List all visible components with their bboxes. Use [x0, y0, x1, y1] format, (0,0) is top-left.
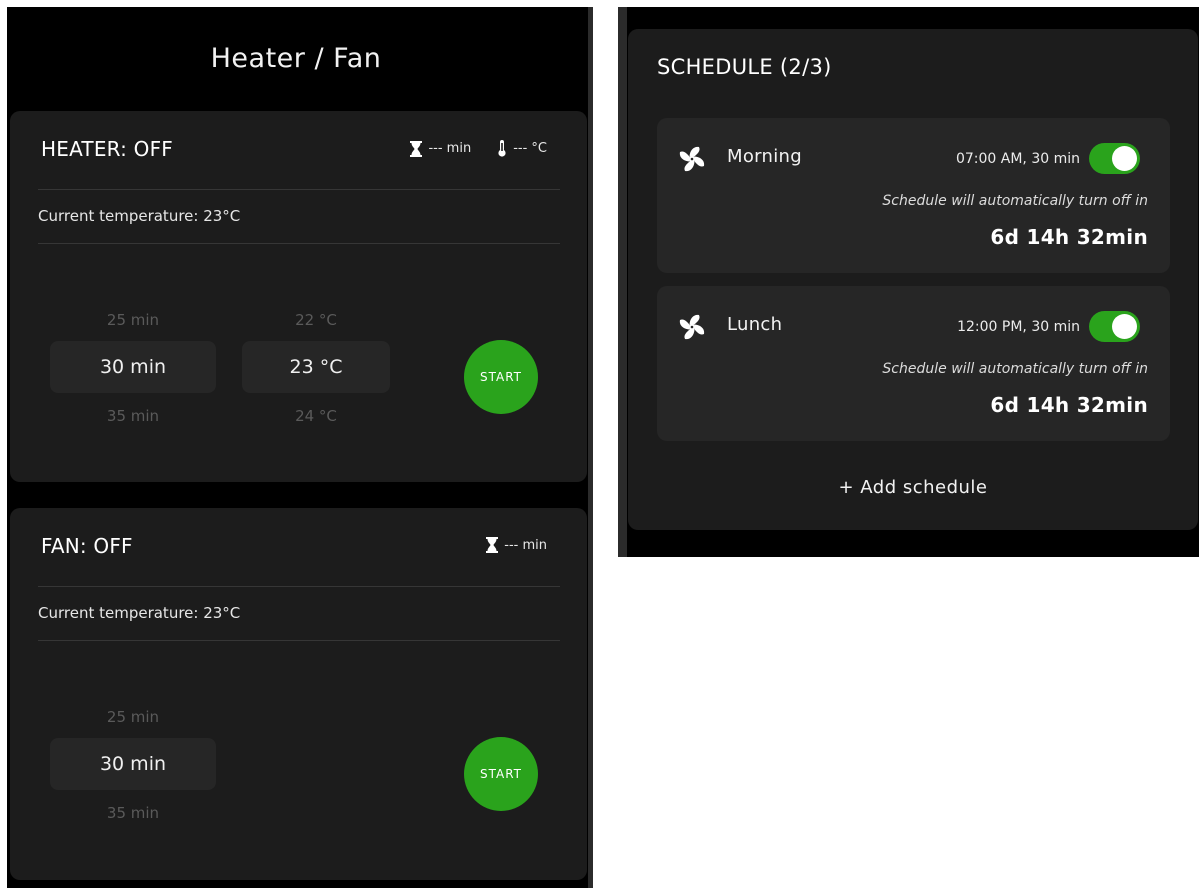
- schedule-screen: SCHEDULE (2/3) Morning 07:00 AM, 30 min: [618, 7, 1199, 557]
- picker-option-prev[interactable]: 25 min: [50, 708, 216, 726]
- picker-option-prev[interactable]: 25 min: [50, 311, 216, 329]
- schedule-toggle[interactable]: [1089, 311, 1140, 342]
- auto-off-text: Schedule will automatically turn off in: [882, 193, 1148, 209]
- picker-option-selected[interactable]: 30 min: [50, 341, 216, 393]
- heater-status-title: HEATER: OFF: [41, 137, 173, 161]
- fan-icon: [677, 312, 707, 346]
- schedule-item-lunch[interactable]: Lunch 12:00 PM, 30 min Schedule will aut…: [657, 286, 1170, 441]
- picker-option-next[interactable]: 35 min: [50, 407, 216, 425]
- schedule-time: 07:00 AM, 30 min: [955, 151, 1080, 167]
- heater-duration-picker[interactable]: 25 min 30 min 35 min: [50, 307, 216, 437]
- schedule-title: SCHEDULE (2/3): [657, 55, 832, 79]
- current-temperature: Current temperature: 23°C: [38, 604, 241, 622]
- heater-start-button[interactable]: START: [464, 340, 538, 414]
- picker-option-next[interactable]: 35 min: [50, 804, 216, 822]
- auto-off-text: Schedule will automatically turn off in: [882, 361, 1148, 377]
- current-temperature: Current temperature: 23°C: [38, 207, 241, 225]
- heater-fan-screen: Heater / Fan HEATER: OFF --- min --- °C …: [7, 7, 593, 888]
- hourglass-icon: [486, 537, 499, 553]
- schedule-card: SCHEDULE (2/3) Morning 07:00 AM, 30 min: [628, 29, 1198, 530]
- heater-temperature-picker[interactable]: 22 °C 23 °C 24 °C: [242, 307, 390, 437]
- divider: [38, 586, 560, 587]
- schedule-item-morning[interactable]: Morning 07:00 AM, 30 min Schedule will a…: [657, 118, 1170, 273]
- picker-option-prev[interactable]: 22 °C: [242, 311, 390, 329]
- fan-icon: [677, 144, 707, 178]
- divider: [38, 189, 560, 190]
- divider: [38, 243, 560, 244]
- thermometer-icon: [497, 140, 507, 157]
- toggle-knob: [1112, 314, 1137, 339]
- fan-timer-value: --- min: [504, 537, 547, 553]
- divider: [38, 640, 560, 641]
- toggle-knob: [1112, 146, 1137, 171]
- fan-duration-picker[interactable]: 25 min 30 min 35 min: [50, 704, 216, 834]
- fan-start-button[interactable]: START: [464, 737, 538, 811]
- countdown: 6d 14h 32min: [990, 393, 1148, 417]
- schedule-toggle[interactable]: [1089, 143, 1140, 174]
- heater-temp-value: --- °C: [513, 141, 547, 156]
- heater-meta: --- min --- °C: [410, 140, 547, 157]
- heater-timer-value: --- min: [428, 141, 472, 156]
- schedule-time: 12:00 PM, 30 min: [957, 319, 1080, 335]
- add-schedule-button[interactable]: + Add schedule: [628, 477, 1198, 498]
- picker-option-selected[interactable]: 23 °C: [242, 341, 390, 393]
- heater-card: HEATER: OFF --- min --- °C Current tempe…: [10, 111, 587, 482]
- schedule-name: Lunch: [727, 314, 783, 335]
- countdown: 6d 14h 32min: [990, 225, 1148, 249]
- picker-option-next[interactable]: 24 °C: [242, 407, 390, 425]
- fan-status-title: FAN: OFF: [41, 534, 133, 558]
- fan-card: FAN: OFF --- min Current temperature: 23…: [10, 508, 587, 880]
- picker-option-selected[interactable]: 30 min: [50, 738, 216, 790]
- page-title: Heater / Fan: [210, 43, 382, 74]
- fan-meta: --- min: [486, 537, 547, 553]
- hourglass-icon: [410, 140, 423, 157]
- schedule-name: Morning: [727, 146, 802, 167]
